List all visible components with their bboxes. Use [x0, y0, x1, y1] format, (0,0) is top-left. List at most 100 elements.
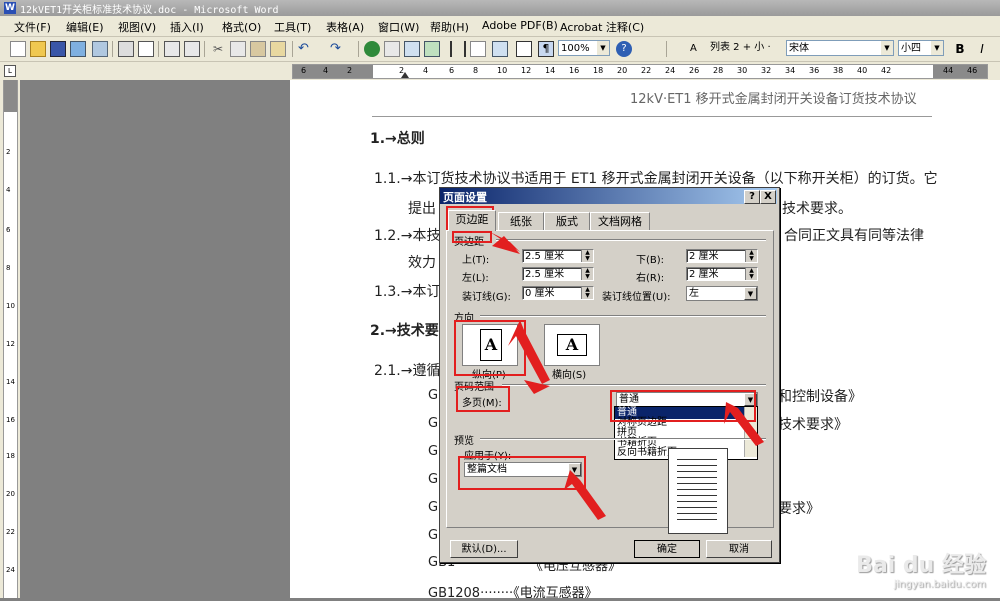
bold-button[interactable]: B: [952, 41, 968, 57]
watermark-url: jingyan.baidu.com: [893, 579, 986, 590]
group-divider: [480, 438, 766, 440]
spin-arrows-icon[interactable]: ▲ ▼: [745, 250, 757, 262]
annotation-box: [610, 390, 756, 422]
menu-edit[interactable]: 编辑(E): [66, 19, 104, 35]
spin-arrows-icon[interactable]: ▲ ▼: [745, 268, 757, 280]
vruler-tick: 12: [6, 340, 15, 348]
close-button[interactable]: X: [760, 190, 776, 204]
landscape-label: 横向(S): [552, 370, 587, 381]
menu-file[interactable]: 文件(F): [14, 19, 51, 35]
ok-button[interactable]: 确定: [634, 540, 700, 558]
landscape-option[interactable]: A: [544, 324, 600, 366]
bottom-margin-field[interactable]: 2 厘米 ▲ ▼: [686, 249, 758, 263]
show-hide-icon[interactable]: [516, 41, 532, 57]
hyperlink-icon[interactable]: [364, 41, 380, 57]
toolbar-separator: [358, 41, 359, 57]
paragraph-mark-icon[interactable]: ¶: [538, 41, 554, 57]
menu-window[interactable]: 窗口(W): [378, 19, 419, 35]
document-map-icon[interactable]: [492, 41, 508, 57]
copy-icon[interactable]: [230, 41, 246, 57]
permission-icon[interactable]: [70, 41, 86, 57]
default-button[interactable]: 默认(D)...: [450, 540, 518, 558]
menu-help[interactable]: 帮助(H): [430, 19, 469, 35]
window-title: 12kVET1开关柜标准技术协议.doc - Microsoft Word: [20, 5, 279, 16]
undo-icon[interactable]: ↶: [298, 41, 314, 57]
spin-arrows-icon[interactable]: ▲ ▼: [581, 268, 593, 280]
gutter-position-select[interactable]: 左 ▼: [686, 286, 758, 301]
toolbar-separator: [204, 41, 205, 57]
spin-arrows-icon[interactable]: ▲ ▼: [581, 287, 593, 299]
vruler-tick: 22: [6, 528, 15, 536]
page-preview: [668, 448, 728, 534]
insert-excel-icon[interactable]: [424, 41, 440, 57]
cut-icon[interactable]: ✂: [210, 41, 226, 57]
tables-borders-icon[interactable]: [384, 41, 400, 57]
vertical-ruler[interactable]: 2 4 6 8 10 12 14 16 18 20 22 24: [3, 80, 18, 598]
page-header: 12kV·ET1 移开式金属封闭开关设备订货技术协议: [630, 92, 917, 107]
style-combo[interactable]: 列表 2 + 小 ·: [708, 40, 784, 56]
paste-icon[interactable]: [250, 41, 266, 57]
menu-tools[interactable]: 工具(T): [274, 19, 311, 35]
top-margin-field[interactable]: 2.5 厘米 ▲ ▼: [522, 249, 594, 263]
toolbar-separator: [666, 41, 667, 57]
horizontal-ruler[interactable]: 6 4 2 2 4 6 8 10 12 14 16 18 20 22 24 26…: [292, 64, 988, 79]
chevron-down-icon: ▼: [744, 287, 757, 300]
heading-1: 1.→总则: [370, 131, 425, 147]
print-preview-icon[interactable]: [138, 41, 154, 57]
tab-document-grid[interactable]: 文档网格: [590, 212, 650, 231]
ruler-tick: 2: [347, 66, 353, 75]
vruler-tick: 6: [6, 226, 11, 234]
dialog-title-bar: 页面设置 ? X: [440, 188, 777, 204]
cancel-button[interactable]: 取消: [706, 540, 772, 558]
tab-paper[interactable]: 纸张: [498, 212, 544, 231]
print-icon[interactable]: [118, 41, 134, 57]
ruler-tick: 36: [809, 66, 820, 75]
format-painter-icon[interactable]: [270, 41, 286, 57]
spelling-icon[interactable]: [164, 41, 180, 57]
left-margin-field[interactable]: 2.5 厘米 ▲ ▼: [522, 267, 594, 281]
research-icon[interactable]: [184, 41, 200, 57]
menu-bar: 文件(F) 编辑(E) 视图(V) 插入(I) 格式(O) 工具(T) 表格(A…: [0, 16, 1000, 37]
email-icon[interactable]: [92, 41, 108, 57]
new-document-icon[interactable]: [10, 41, 26, 57]
vruler-tick: 24: [6, 566, 15, 574]
menu-table[interactable]: 表格(A): [326, 19, 364, 35]
indent-marker-icon[interactable]: [401, 72, 409, 78]
gutter-field[interactable]: 0 厘米 ▲ ▼: [522, 286, 594, 300]
tab-margins[interactable]: 页边距: [448, 210, 496, 231]
drawing-icon[interactable]: [470, 41, 486, 57]
menu-acrobat-comment[interactable]: Acrobat 注释(C): [560, 19, 644, 35]
menu-insert[interactable]: 插入(I): [170, 19, 204, 35]
vruler-tick: 14: [6, 378, 15, 386]
right-margin-field[interactable]: 2 厘米 ▲ ▼: [686, 267, 758, 281]
ruler-tick: 26: [689, 66, 700, 75]
toolbar: ✂ ↶ ↷ ¶ 100% ▼ ? A 列表 2 + 小 · 宋体 ▼ 小四 ▼ B I: [0, 37, 1000, 62]
vruler-tick: 8: [6, 264, 11, 272]
preview-line: [677, 507, 717, 508]
dialog-title: 页面设置: [443, 191, 487, 204]
menu-format[interactable]: 格式(O): [222, 19, 261, 35]
font-combo[interactable]: 宋体 ▼: [786, 40, 894, 56]
ruler-tick: 28: [713, 66, 724, 75]
header-rule: [372, 116, 932, 117]
insert-table-icon[interactable]: [404, 41, 420, 57]
help-button[interactable]: ?: [744, 190, 760, 204]
spin-arrows-icon[interactable]: ▲ ▼: [581, 250, 593, 262]
italic-button[interactable]: I: [974, 41, 990, 57]
tab-selector-icon[interactable]: L: [4, 65, 16, 77]
zoom-combo[interactable]: 100% ▼: [558, 40, 610, 56]
menu-view[interactable]: 视图(V): [118, 19, 156, 35]
styles-pane-icon[interactable]: A: [690, 41, 706, 57]
tab-layout[interactable]: 版式: [544, 212, 590, 231]
annotation-box: [454, 320, 526, 376]
save-icon[interactable]: [50, 41, 66, 57]
redo-icon[interactable]: ↷: [330, 41, 346, 57]
columns-icon[interactable]: [450, 41, 466, 57]
ruler-margin-right: [933, 65, 987, 78]
ruler-tick: 38: [833, 66, 844, 75]
menu-adobe-pdf[interactable]: Adobe PDF(B): [482, 19, 558, 32]
ruler-tick: 6: [301, 66, 307, 75]
help-icon[interactable]: ?: [616, 41, 632, 57]
size-combo[interactable]: 小四 ▼: [898, 40, 944, 56]
open-folder-icon[interactable]: [30, 41, 46, 57]
